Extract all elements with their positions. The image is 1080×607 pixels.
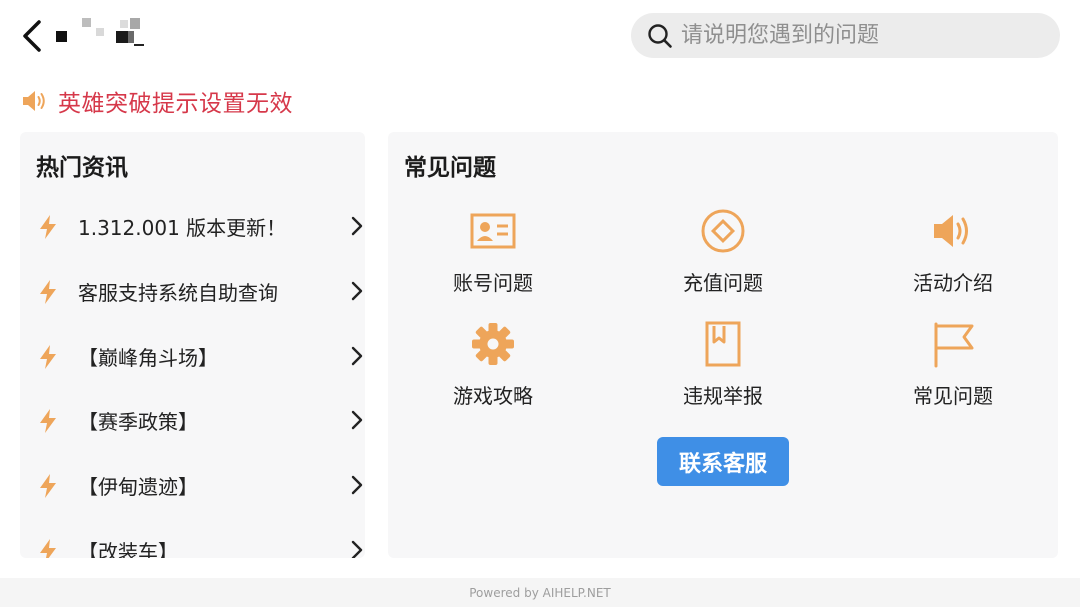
chevron-right-icon — [351, 475, 363, 495]
flag-icon — [934, 322, 974, 368]
notice-text: 英雄突破提示设置无效 — [58, 91, 293, 117]
chevron-right-icon — [351, 216, 363, 236]
lightning-icon — [40, 344, 56, 369]
news-item-label: 【伊甸遗迹】 — [78, 475, 198, 500]
hot-news-list: 1.312.001 版本更新！ 客服支持系统自助查询 【巅峰角斗场】 【赛季政策】 【伊… — [20, 194, 365, 558]
contact-support-button[interactable]: 联系客服 — [657, 437, 789, 486]
news-item-label: 【改装车】 — [78, 539, 178, 558]
faq-category-label: 游戏攻略 — [453, 384, 533, 408]
lightning-icon — [40, 409, 56, 434]
faq-category-label: 常见问题 — [913, 384, 993, 408]
faq-category-coin[interactable]: 充值问题 — [623, 207, 823, 307]
news-item[interactable]: 【伊甸遗迹】 — [20, 453, 365, 518]
news-item[interactable]: 客服支持系统自助查询 — [20, 259, 365, 324]
chevron-right-icon — [351, 540, 363, 558]
news-item-label: 客服支持系统自助查询 — [78, 280, 278, 305]
help-center-page: 英雄突破提示设置无效 热门资讯 1.312.001 版本更新！ 客服支持系统自助查… — [0, 0, 1080, 607]
search-input[interactable] — [681, 13, 1041, 58]
faq-category-id-card[interactable]: 账号问题 — [393, 207, 593, 307]
report-book-icon — [705, 321, 741, 367]
search-icon — [648, 24, 672, 48]
faq-category-flag[interactable]: 常见问题 — [853, 320, 1053, 420]
news-item[interactable]: 1.312.001 版本更新！ — [20, 194, 365, 259]
powered-by-text: Powered by AIHELP.NET — [469, 586, 611, 600]
faq-category-label: 账号问题 — [453, 271, 533, 295]
news-item[interactable]: 【赛季政策】 — [20, 388, 365, 453]
notice-banner[interactable]: 英雄突破提示设置无效 — [20, 84, 293, 118]
search-bar[interactable] — [631, 13, 1060, 58]
id-card-icon — [470, 213, 516, 249]
faq-category-speaker[interactable]: 活动介绍 — [853, 207, 1053, 307]
news-item-label: 【巅峰角斗场】 — [78, 345, 218, 370]
faq-title: 常见问题 — [404, 155, 496, 181]
hot-news-title: 热门资讯 — [36, 155, 128, 181]
page-title-obscured — [56, 18, 148, 48]
faq-category-label: 充值问题 — [683, 271, 763, 295]
faq-category-label: 活动介绍 — [913, 271, 993, 295]
faq-category-report-book[interactable]: 违规举报 — [623, 320, 823, 420]
news-item[interactable]: 【改装车】 — [20, 518, 365, 558]
news-item-label: 【赛季政策】 — [78, 410, 198, 435]
header — [0, 0, 1080, 72]
back-button[interactable] — [14, 16, 54, 56]
chevron-left-icon — [23, 20, 41, 52]
news-item-label: 1.312.001 版本更新！ — [78, 216, 287, 240]
hot-news-panel: 热门资讯 1.312.001 版本更新！ 客服支持系统自助查询 【巅峰角斗场】 【赛季… — [20, 132, 365, 558]
lightning-icon — [40, 538, 56, 558]
lightning-icon — [40, 279, 56, 304]
coin-icon — [701, 209, 745, 253]
footer: Powered by AIHELP.NET — [0, 578, 1080, 607]
faq-category-gear[interactable]: 游戏攻略 — [393, 320, 593, 420]
lightning-icon — [40, 474, 56, 499]
gear-icon — [472, 323, 514, 365]
lightning-icon — [40, 215, 56, 239]
news-item[interactable]: 【巅峰角斗场】 — [20, 324, 365, 389]
faq-category-label: 违规举报 — [683, 384, 763, 408]
speaker-icon — [934, 215, 968, 247]
faq-panel: 常见问题 账号问题 充值问题 活动介绍游戏攻略 违规举报 常见问题 联系客服 — [388, 132, 1058, 558]
chevron-right-icon — [351, 411, 363, 430]
chevron-right-icon — [351, 281, 363, 300]
chevron-right-icon — [351, 346, 363, 365]
speaker-icon — [23, 91, 45, 111]
